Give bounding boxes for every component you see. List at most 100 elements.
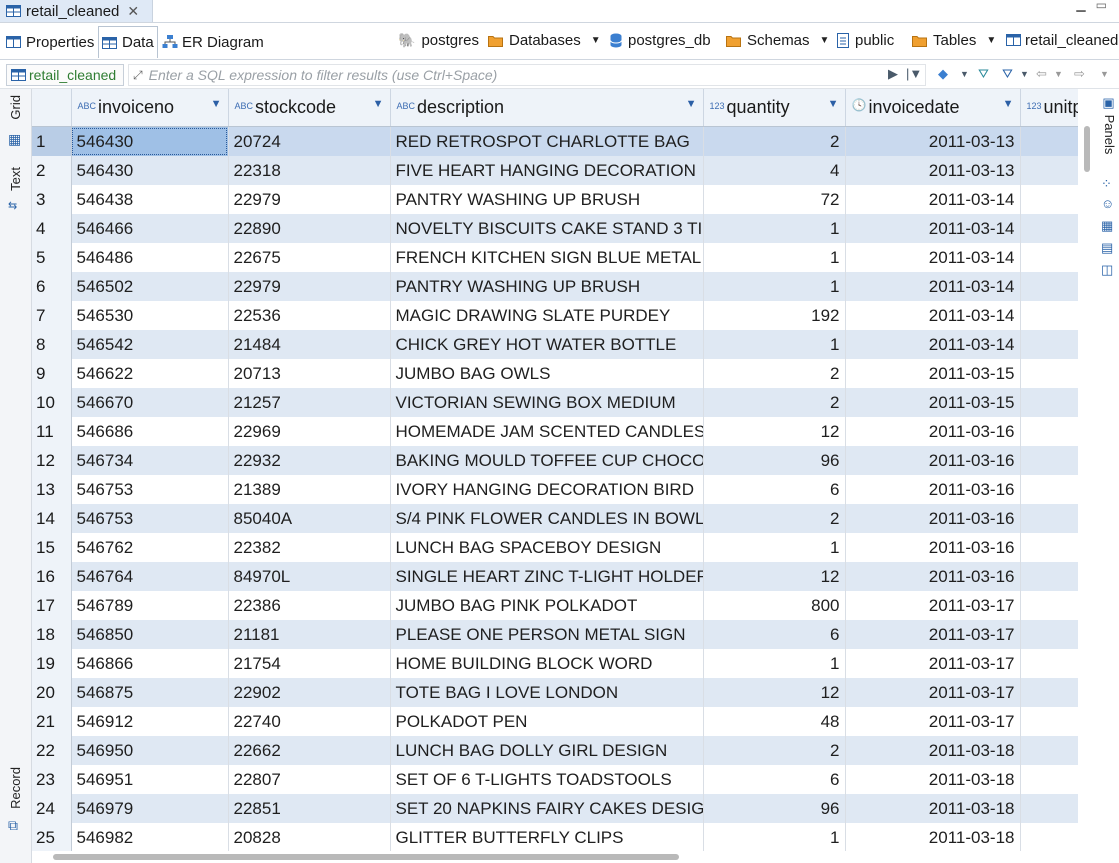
cell-description[interactable]: LUNCH BAG SPACEBOY DESIGN xyxy=(390,533,704,562)
cell-description[interactable]: HOME BUILDING BLOCK WORD xyxy=(390,649,704,678)
row-number[interactable]: 23 xyxy=(32,765,72,794)
cell-stockcode[interactable]: 21484 xyxy=(228,330,391,359)
cell-quantity[interactable]: 1 xyxy=(703,330,846,359)
cell-stockcode[interactable]: 21754 xyxy=(228,649,391,678)
cell-unitprice[interactable] xyxy=(1020,823,1078,851)
cell-stockcode[interactable]: 20713 xyxy=(228,359,391,388)
table-row[interactable]: 8 546542 21484 CHICK GREY HOT WATER BOTTLE 1… xyxy=(32,330,1078,359)
cell-quantity[interactable]: 2 xyxy=(703,359,846,388)
cell-quantity[interactable]: 12 xyxy=(703,417,846,446)
row-number[interactable]: 15 xyxy=(32,533,72,562)
cell-invoiceno[interactable]: 546753 xyxy=(71,504,229,533)
table-row[interactable]: 3 546438 22979 PANTRY WASHING UP BRUSH 72 201… xyxy=(32,185,1078,214)
cell-quantity[interactable]: 96 xyxy=(703,794,846,823)
cell-quantity[interactable]: 1 xyxy=(703,649,846,678)
row-number[interactable]: 4 xyxy=(32,214,72,243)
cell-invoicedate[interactable]: 2011-03-17 xyxy=(845,707,1021,736)
filter-context[interactable]: retail_cleaned xyxy=(6,64,124,86)
tab-properties[interactable]: Properties xyxy=(6,26,94,58)
chevron-down-icon[interactable]: ▼ xyxy=(1020,69,1029,79)
breadcrumb-databases[interactable]: Databases ▼ xyxy=(488,32,601,49)
cell-unitprice[interactable] xyxy=(1020,765,1078,794)
sort-icon[interactable]: ▼ xyxy=(211,98,222,110)
cell-quantity[interactable]: 96 xyxy=(703,446,846,475)
cell-invoiceno[interactable]: 546734 xyxy=(71,446,229,475)
cell-quantity[interactable]: 1 xyxy=(703,214,846,243)
cell-description[interactable]: PLEASE ONE PERSON METAL SIGN xyxy=(390,620,704,649)
cell-stockcode[interactable]: 22969 xyxy=(228,417,391,446)
cell-invoiceno[interactable]: 546466 xyxy=(71,214,229,243)
vertical-scrollbar[interactable] xyxy=(1078,89,1098,851)
cell-invoiceno[interactable]: 546542 xyxy=(71,330,229,359)
cell-description[interactable]: SET OF 6 T-LIGHTS TOADSTOOLS xyxy=(390,765,704,794)
cell-invoicedate[interactable]: 2011-03-16 xyxy=(845,504,1021,533)
row-number[interactable]: 7 xyxy=(32,301,72,330)
cell-unitprice[interactable] xyxy=(1020,475,1078,504)
cell-quantity[interactable]: 1 xyxy=(703,272,846,301)
cell-unitprice[interactable] xyxy=(1020,794,1078,823)
minimize-icon[interactable]: ▁ xyxy=(1076,0,1085,12)
cell-quantity[interactable]: 1 xyxy=(703,823,846,851)
expand-icon[interactable]: ⤢ xyxy=(133,68,143,83)
filter-icon[interactable]: ⛛ xyxy=(978,66,989,82)
cell-description[interactable]: FIVE HEART HANGING DECORATION xyxy=(390,156,704,185)
cell-description[interactable]: JUMBO BAG OWLS xyxy=(390,359,704,388)
cell-stockcode[interactable]: 20724 xyxy=(228,126,391,156)
tab-er-diagram[interactable]: ER Diagram xyxy=(162,26,264,58)
cell-invoicedate[interactable]: 2011-03-13 xyxy=(845,126,1021,156)
cell-stockcode[interactable]: 22979 xyxy=(228,272,391,301)
cell-unitprice[interactable] xyxy=(1020,620,1078,649)
cell-invoicedate[interactable]: 2011-03-18 xyxy=(845,794,1021,823)
editor-tab[interactable]: retail_cleaned ✕ xyxy=(0,0,153,22)
table-row[interactable]: 10 546670 21257 VICTORIAN SEWING BOX MEDIUM… xyxy=(32,388,1078,417)
cell-invoicedate[interactable]: 2011-03-15 xyxy=(845,359,1021,388)
cell-description[interactable]: NOVELTY BISCUITS CAKE STAND 3 TIEF xyxy=(390,214,704,243)
row-number[interactable]: 5 xyxy=(32,243,72,272)
cell-description[interactable]: POLKADOT PEN xyxy=(390,707,704,736)
breadcrumb-schema[interactable]: public xyxy=(837,32,894,49)
cell-description[interactable]: SET 20 NAPKINS FAIRY CAKES DESIGN xyxy=(390,794,704,823)
calc-panel-icon[interactable]: ▦ xyxy=(1101,218,1113,234)
table-row[interactable]: 23 546951 22807 SET OF 6 T-LIGHTS TOADSTOOL… xyxy=(32,765,1078,794)
table-row[interactable]: 7 546530 22536 MAGIC DRAWING SLATE PURDEY 19… xyxy=(32,301,1078,330)
cell-stockcode[interactable]: 22675 xyxy=(228,243,391,272)
row-number[interactable]: 14 xyxy=(32,504,72,533)
table-row[interactable]: 13 546753 21389 IVORY HANGING DECORATION BI… xyxy=(32,475,1078,504)
cell-invoicedate[interactable]: 2011-03-17 xyxy=(845,591,1021,620)
cell-quantity[interactable]: 6 xyxy=(703,620,846,649)
filter-settings-icon[interactable]: ⛛ xyxy=(1002,66,1013,82)
cell-invoiceno[interactable]: 546789 xyxy=(71,591,229,620)
cell-unitprice[interactable] xyxy=(1020,156,1078,185)
cell-invoicedate[interactable]: 2011-03-16 xyxy=(845,533,1021,562)
cell-unitprice[interactable] xyxy=(1020,504,1078,533)
grid-view-tab[interactable]: Grid xyxy=(8,95,23,120)
cell-invoicedate[interactable]: 2011-03-16 xyxy=(845,417,1021,446)
cell-invoicedate[interactable]: 2011-03-14 xyxy=(845,214,1021,243)
cell-invoicedate[interactable]: 2011-03-17 xyxy=(845,620,1021,649)
cell-description[interactable]: MAGIC DRAWING SLATE PURDEY xyxy=(390,301,704,330)
vertical-scrollbar-thumb[interactable] xyxy=(1084,126,1090,172)
table-row[interactable]: 18 546850 21181 PLEASE ONE PERSON METAL SIG… xyxy=(32,620,1078,649)
cell-unitprice[interactable] xyxy=(1020,388,1078,417)
cell-unitprice[interactable] xyxy=(1020,446,1078,475)
cell-quantity[interactable]: 2 xyxy=(703,504,846,533)
cell-quantity[interactable]: 6 xyxy=(703,475,846,504)
cell-invoicedate[interactable]: 2011-03-17 xyxy=(845,649,1021,678)
properties-panel-icon[interactable]: ⁘ xyxy=(1101,176,1112,192)
cell-invoiceno[interactable]: 546670 xyxy=(71,388,229,417)
row-number[interactable]: 11 xyxy=(32,417,72,446)
row-number[interactable]: 10 xyxy=(32,388,72,417)
cell-stockcode[interactable]: 22851 xyxy=(228,794,391,823)
cell-invoiceno[interactable]: 546762 xyxy=(71,533,229,562)
breadcrumb-connection[interactable]: 🐘 postgres xyxy=(398,32,479,49)
breadcrumb-schemas[interactable]: Schemas ▼ xyxy=(726,32,829,49)
sort-icon[interactable]: ▼ xyxy=(686,98,697,110)
cell-stockcode[interactable]: 22807 xyxy=(228,765,391,794)
breadcrumb-table[interactable]: retail_cleaned xyxy=(1006,32,1118,49)
cell-stockcode[interactable]: 20828 xyxy=(228,823,391,851)
table-row[interactable]: 4 546466 22890 NOVELTY BISCUITS CAKE STAND … xyxy=(32,214,1078,243)
row-number[interactable]: 20 xyxy=(32,678,72,707)
cell-description[interactable]: FRENCH KITCHEN SIGN BLUE METAL xyxy=(390,243,704,272)
cell-invoiceno[interactable]: 546950 xyxy=(71,736,229,765)
row-number[interactable]: 8 xyxy=(32,330,72,359)
